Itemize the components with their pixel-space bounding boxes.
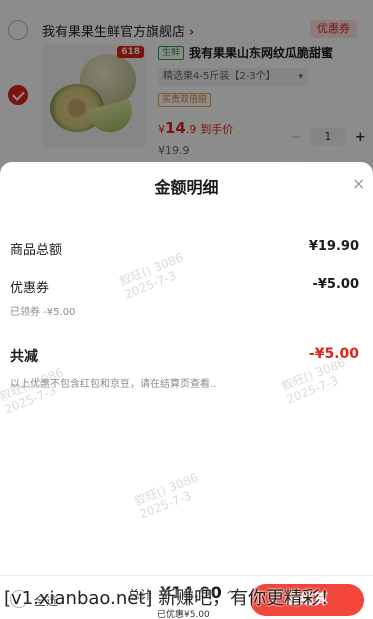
watermark: 叙旺() 3086 2025-7-3 (117, 250, 190, 301)
goods-total-value: ¥19.90 (308, 239, 359, 254)
watermark: 叙旺() 3086 2025-7-3 (0, 365, 70, 416)
watermark: 叙旺() 3086 2025-7-3 (132, 470, 205, 521)
watermark-date: 2025-7-3 (137, 488, 194, 522)
sheet-title: 金额明细 (154, 178, 219, 197)
total-discount-label: 共减 (10, 349, 38, 365)
watermark-id: 叙旺() 3086 (132, 470, 201, 509)
goods-total-label: 商品总额 (10, 243, 63, 258)
watermark: 叙旺() 3086 2025-7-3 (279, 355, 352, 406)
coupon-value: -¥5.00 (312, 277, 359, 292)
watermark-date: 2025-7-3 (284, 373, 341, 407)
watermark-date: 2025-7-3 (122, 268, 179, 302)
coupon-label: 优惠券 (10, 281, 50, 296)
total-discount-value: -¥5.00 (308, 346, 359, 362)
close-icon[interactable]: × (352, 176, 365, 192)
watermark-id: 叙旺() 3086 (117, 250, 186, 289)
overlay-banner-text: [v1.xianbao.net] 新赚吧，有你更精彩！ (4, 588, 339, 609)
discount-note: 以上优惠不包含红包和京豆，请在结算页查看.. (10, 379, 217, 390)
amount-detail-sheet: 金额明细 × 商品总额 ¥19.90 优惠券 -¥5.00 已领券 -¥5.00… (0, 162, 373, 619)
coupon-claimed-note: 已领券 -¥5.00 (10, 307, 76, 318)
